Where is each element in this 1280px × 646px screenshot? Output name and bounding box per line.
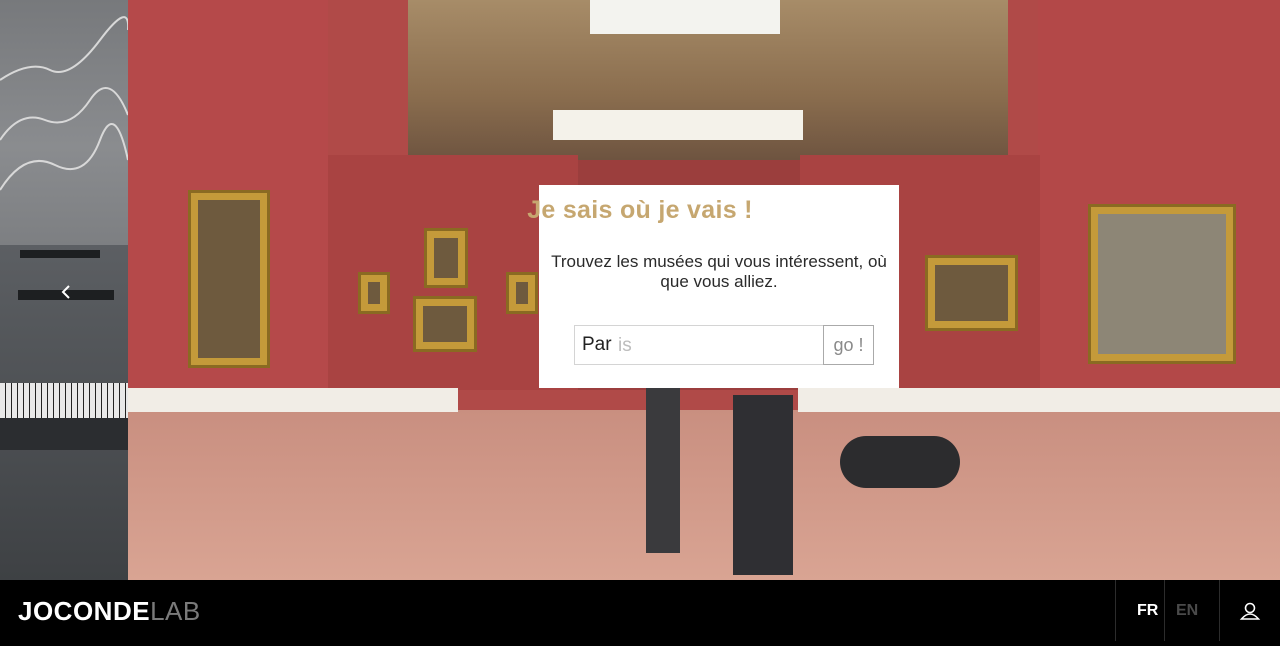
preview-device xyxy=(20,250,100,258)
painting xyxy=(358,272,390,314)
footer-bar: JOCONDELAB FR EN xyxy=(0,580,1280,641)
language-fr[interactable]: FR xyxy=(1137,602,1158,620)
logo-light: LAB xyxy=(150,596,201,626)
footer-divider xyxy=(1164,580,1165,641)
city-search-input[interactable] xyxy=(574,325,824,365)
painting xyxy=(925,255,1018,331)
painting xyxy=(413,296,477,352)
skylight xyxy=(590,0,780,34)
wainscot xyxy=(128,388,458,412)
skylight xyxy=(553,110,803,140)
preview-keyboard-base xyxy=(0,418,128,450)
search-card-title: Je sais où je vais ! xyxy=(527,196,753,224)
painting xyxy=(424,228,468,288)
go-button[interactable]: go ! xyxy=(823,325,874,365)
preview-keyboard xyxy=(0,383,128,419)
user-icon[interactable] xyxy=(1220,580,1280,641)
jocondelab-logo[interactable]: JOCONDELAB xyxy=(18,596,201,627)
painting xyxy=(1088,204,1236,364)
visitor xyxy=(646,388,680,553)
previous-slide-preview[interactable] xyxy=(0,0,128,580)
logo-bold: JOCONDE xyxy=(18,596,151,626)
language-en[interactable]: EN xyxy=(1176,602,1198,620)
bench xyxy=(840,436,960,488)
gallery-floor xyxy=(128,410,1280,580)
visitor xyxy=(733,395,793,575)
search-form: is go ! xyxy=(574,325,874,365)
chevron-left-icon[interactable] xyxy=(58,282,76,302)
painting xyxy=(506,272,538,314)
wainscot xyxy=(798,388,1280,412)
footer-divider xyxy=(1115,580,1116,641)
search-card-description: Trouvez les musées qui vous intéressent,… xyxy=(551,252,887,291)
